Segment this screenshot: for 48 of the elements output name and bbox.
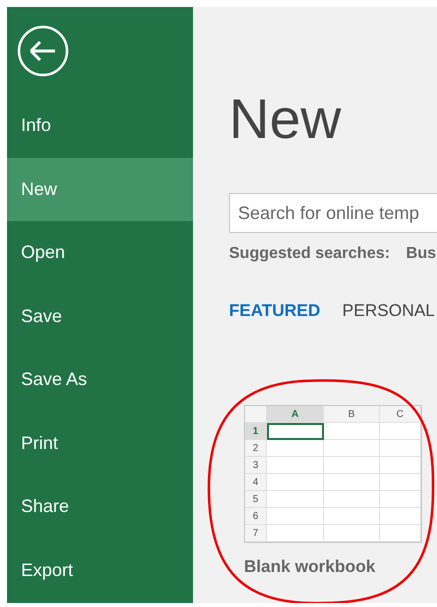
grid-cell (324, 474, 380, 491)
grid-cell (324, 491, 380, 508)
row-header: 1 (245, 423, 267, 440)
grid-cell (267, 440, 324, 457)
grid-cell (267, 508, 324, 525)
grid-cell (380, 474, 421, 491)
row-header: 7 (245, 525, 267, 542)
sidebar-item[interactable]: Save (7, 284, 193, 348)
grid-cell (380, 508, 421, 525)
row-header: 5 (245, 491, 267, 508)
grid-cell (267, 457, 324, 474)
grid-cell (324, 423, 380, 440)
grid-cell (324, 457, 380, 474)
grid-cell (380, 457, 421, 474)
suggested-link[interactable]: Bus (406, 245, 436, 263)
corner-cell (245, 406, 267, 423)
row-header: 2 (245, 440, 267, 457)
grid-cell (324, 525, 380, 542)
suggested-label: Suggested searches: (229, 245, 390, 263)
grid-cell (324, 508, 380, 525)
sidebar-item[interactable]: Share (7, 475, 193, 538)
tab[interactable]: FEATURED (229, 301, 320, 321)
active-cell (267, 423, 324, 440)
grid-cell (267, 474, 324, 491)
grid-cell (380, 525, 421, 542)
sidebar-item[interactable]: Info (7, 94, 193, 158)
page-title: New (229, 87, 342, 151)
blank-workbook-thumbnail[interactable]: A B C 1 2 3 4 5 6 7 (244, 405, 422, 543)
column-header: C (380, 406, 421, 423)
tab[interactable]: PERSONAL (342, 301, 435, 321)
template-label: Blank workbook (244, 557, 376, 577)
grid-cell (267, 525, 324, 542)
row-header: 4 (245, 474, 267, 491)
column-header: B (324, 406, 380, 423)
grid-cell (267, 491, 324, 508)
grid-cell (380, 440, 421, 457)
row-header: 6 (245, 508, 267, 525)
grid-cell (324, 440, 380, 457)
sidebar-item[interactable]: Print (7, 412, 193, 475)
sidebar-item[interactable]: New (7, 158, 193, 221)
column-header: A (267, 406, 324, 423)
row-header: 3 (245, 457, 267, 474)
grid-cell (380, 423, 421, 440)
search-field[interactable]: Search for online temp (229, 193, 437, 233)
sidebar-item[interactable]: Save As (7, 348, 193, 412)
sidebar-item[interactable]: Export (7, 538, 193, 602)
grid-cell (380, 491, 421, 508)
sidebar-item[interactable]: Open (7, 221, 193, 284)
